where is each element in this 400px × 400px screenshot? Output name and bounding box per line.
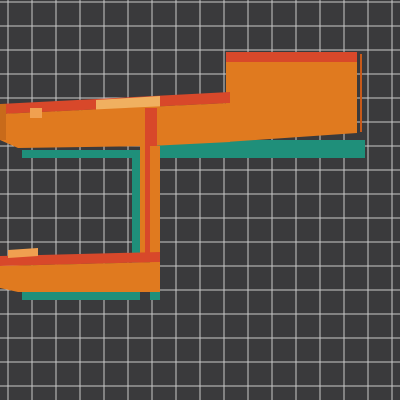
preview-canvas[interactable]	[0, 0, 400, 400]
upper-arm	[0, 92, 230, 148]
slicer-viewport[interactable]	[0, 0, 400, 400]
sliced-part[interactable]	[0, 52, 365, 300]
lower-arm	[0, 248, 160, 292]
vertical-post	[140, 108, 160, 265]
upper-right-block	[226, 52, 362, 142]
